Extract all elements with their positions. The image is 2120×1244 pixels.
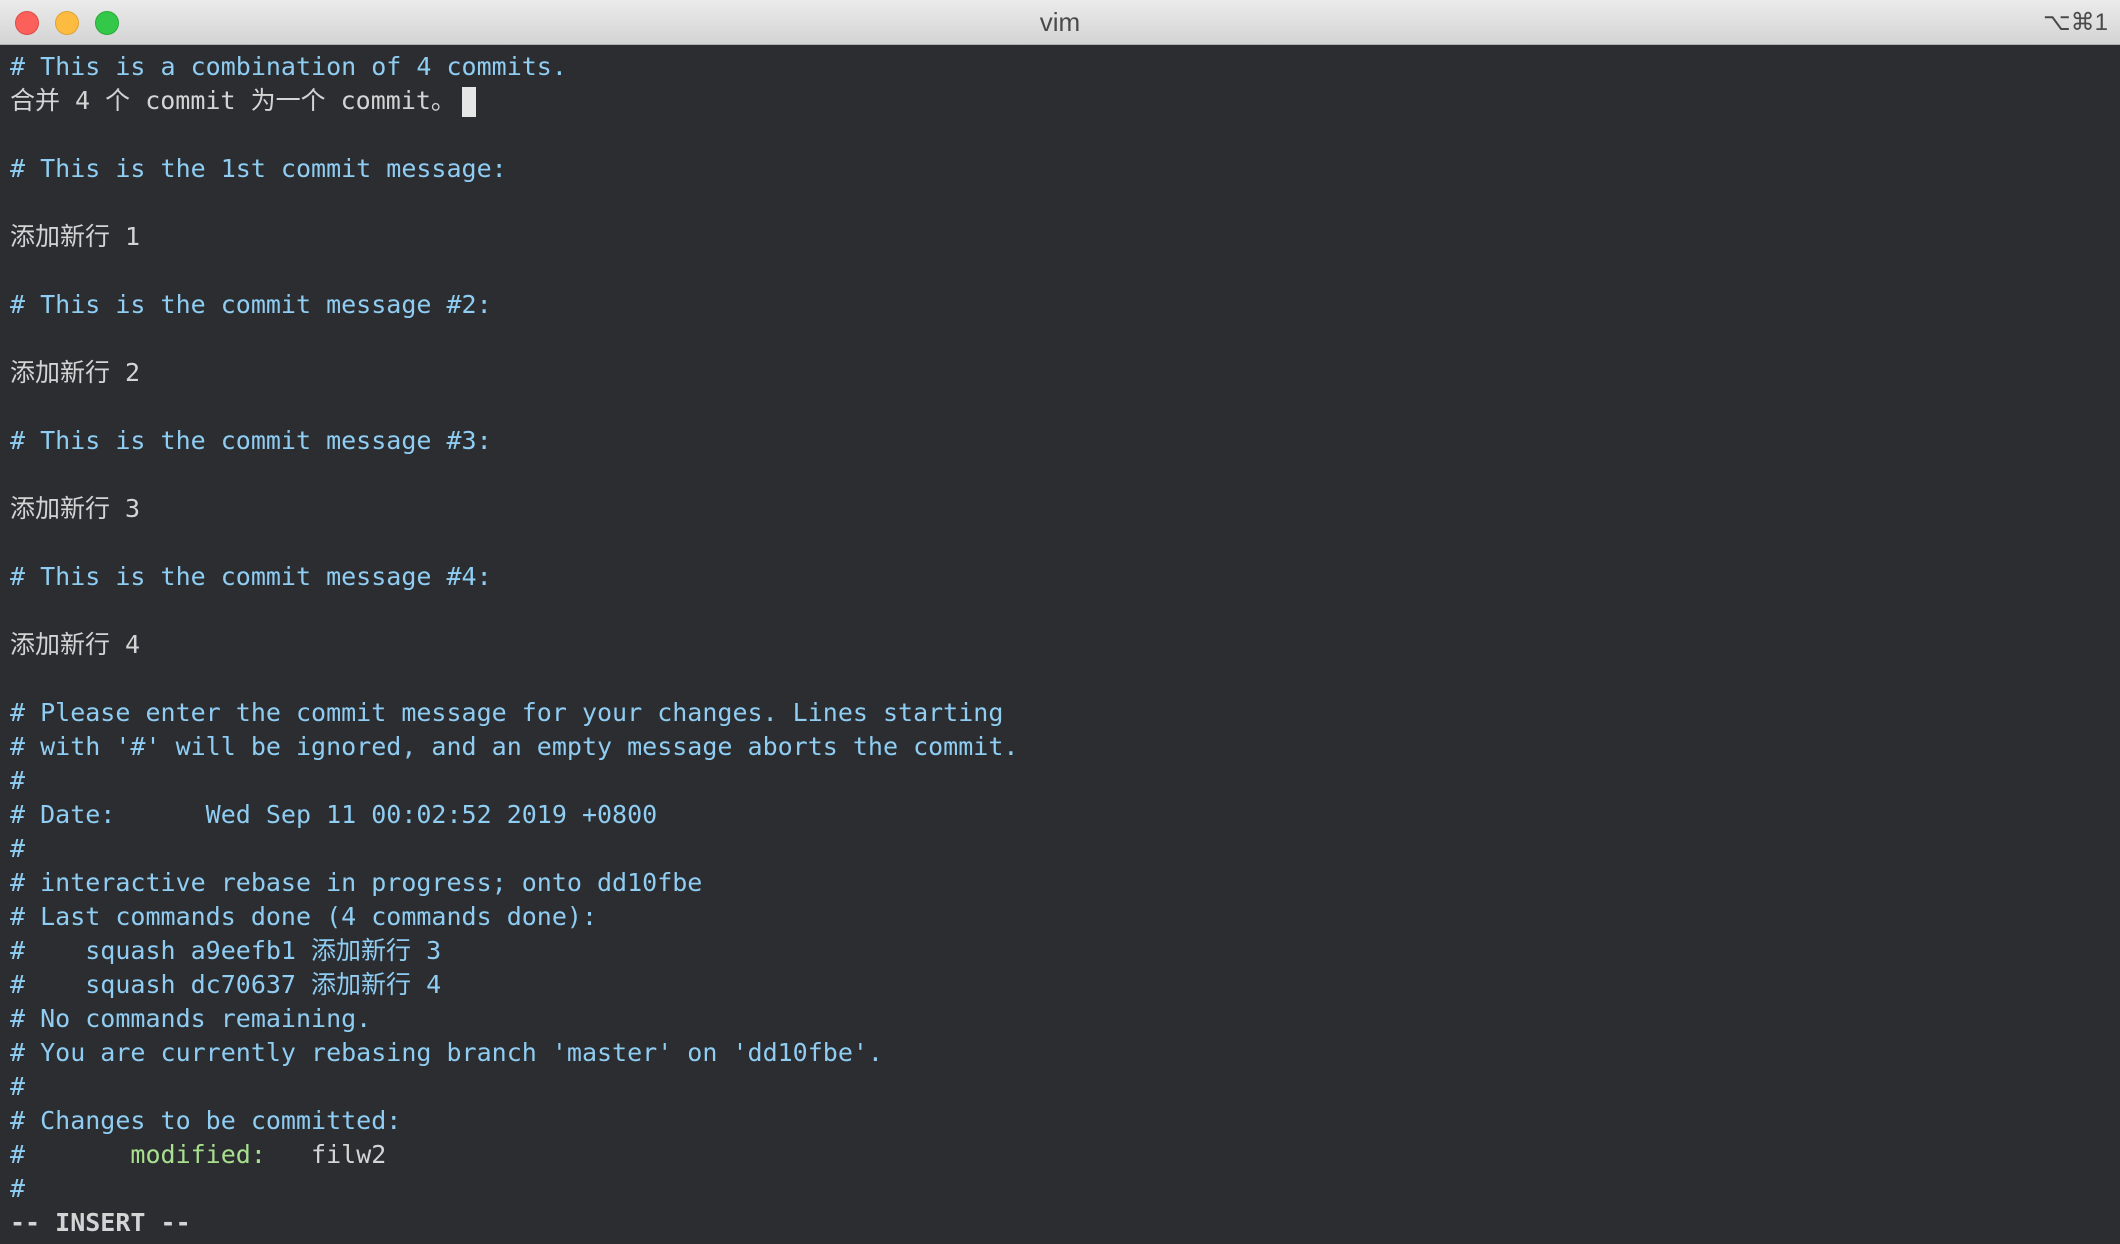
terminal-window: vim ⌥⌘1 # This is a combination of 4 com…: [0, 0, 2120, 1244]
commit-message-text[interactable]: 合并 4 个 commit 为一个 commit。: [10, 86, 456, 115]
editor-line: # with '#' will be ignored, and an empty…: [10, 732, 1019, 761]
editor-line: # Date: Wed Sep 11 00:02:52 2019 +0800: [10, 800, 658, 829]
editor-line: 添加新行 4: [10, 630, 141, 659]
editor-line: 添加新行 1: [10, 222, 141, 251]
editor-line: 添加新行 3: [10, 494, 141, 523]
editor-line-cursor: 合并 4 个 commit 为一个 commit。: [10, 84, 2120, 118]
editor-line: # No commands remaining.: [10, 1004, 372, 1033]
title-bar[interactable]: vim ⌥⌘1: [0, 0, 2120, 45]
editor-line: 添加新行 2: [10, 358, 141, 387]
editor-line: # Please enter the commit message for yo…: [10, 698, 1004, 727]
editor-line: # This is the commit message #4:: [10, 562, 492, 591]
window-shortcut: ⌥⌘1: [2042, 9, 2108, 36]
modified-prefix: #: [10, 1140, 131, 1169]
text-cursor: [461, 87, 476, 117]
editor-line: # You are currently rebasing branch 'mas…: [10, 1038, 883, 1067]
editor-line: #: [10, 834, 26, 863]
editor-line: # This is the commit message #2:: [10, 290, 492, 319]
editor-line: #: [10, 766, 26, 795]
editor-line: # Last commands done (4 commands done):: [10, 902, 597, 931]
mode-indicator: -- INSERT --: [10, 1208, 191, 1237]
modified-label: modified:: [130, 1140, 266, 1169]
editor-line: # squash dc70637 添加新行 4: [10, 970, 442, 999]
editor-line: # This is the 1st commit message:: [10, 154, 507, 183]
vim-editor[interactable]: # This is a combination of 4 commits. 合并…: [10, 50, 2120, 1240]
editor-line: # squash a9eefb1 添加新行 3: [10, 936, 442, 965]
editor-line: # Changes to be committed:: [10, 1106, 402, 1135]
editor-line: # This is a combination of 4 commits.: [10, 52, 567, 81]
editor-line: #: [10, 1174, 26, 1203]
editor-line-modified: # modified: filw2: [10, 1138, 2120, 1172]
editor-line: # interactive rebase in progress; onto d…: [10, 868, 703, 897]
window-title: vim: [1039, 7, 1081, 37]
modified-file: filw2: [265, 1140, 387, 1169]
editor-line: #: [10, 1072, 26, 1101]
editor-line: # This is the commit message #3:: [10, 426, 492, 455]
